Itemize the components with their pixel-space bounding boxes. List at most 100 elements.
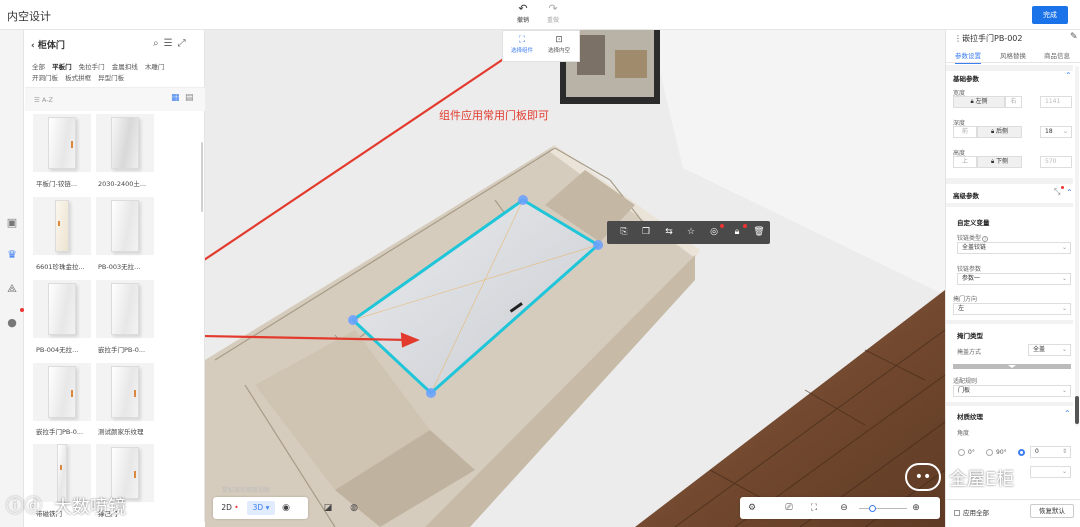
filter-flat-door[interactable]: 平板门 bbox=[52, 63, 72, 71]
door-item-thumb[interactable] bbox=[96, 280, 154, 338]
collapse-toggle[interactable] bbox=[953, 364, 1071, 369]
cabinet-icon[interactable]: ▣ bbox=[5, 216, 19, 230]
collapse-advanced-icon[interactable]: ⌃ bbox=[1066, 188, 1073, 197]
door-item-thumb[interactable] bbox=[96, 363, 154, 421]
list-view-icon[interactable]: ▤ bbox=[185, 94, 194, 103]
depth-back-label: 后侧 bbox=[996, 128, 1009, 135]
zoom-slider[interactable] bbox=[859, 508, 907, 509]
select-component-icon: ⛶ bbox=[518, 35, 526, 45]
view-2d-button[interactable]: 2D • bbox=[216, 501, 244, 515]
door-item-thumb[interactable] bbox=[33, 114, 91, 172]
property-scrollbar-thumb[interactable] bbox=[1075, 396, 1079, 424]
filter-row-1: 全部 平板门 免拉手门 金属扣线 木雕门 bbox=[32, 61, 169, 71]
settings-toggle-icon[interactable]: ⚙ bbox=[746, 502, 758, 514]
door-item-thumb[interactable] bbox=[96, 114, 154, 172]
apply-all-label: 应用全部 bbox=[963, 509, 989, 517]
search-icon[interactable]: ⌕ bbox=[153, 38, 164, 49]
advanced-params-title: 高级参数 bbox=[953, 192, 979, 200]
angle-label: 角度 bbox=[957, 430, 970, 437]
expand-icon[interactable]: ⤢ bbox=[178, 38, 191, 49]
delete-icon[interactable]: 🗑︎ bbox=[753, 226, 765, 238]
property-title: ⋮嵌拉手门PB-002 bbox=[954, 33, 1022, 44]
star-icon[interactable]: ☆ bbox=[685, 226, 697, 238]
undo-button[interactable]: ↶ 撤销 bbox=[512, 3, 534, 25]
panel-title: 柜体门 bbox=[37, 41, 65, 51]
3d-viewport[interactable]: ⛶ 选择组件 ⊡ 选择内空 组件应用常用门板即可 ⎘ ❐ ⇆ ☆ ◎ 🔒︎ 🗑︎… bbox=[205, 30, 945, 527]
hinge-type-select[interactable]: 全盖铰链 ⌄ bbox=[957, 242, 1071, 254]
custom-vars-title: 自定义变量 bbox=[957, 219, 990, 227]
help-icon[interactable]: ? bbox=[982, 235, 989, 242]
copy-icon[interactable]: ⎘ bbox=[618, 226, 630, 238]
redo-button[interactable]: ↷ 重做 bbox=[542, 3, 564, 25]
filter-all[interactable]: 全部 bbox=[32, 63, 45, 71]
lock-icon[interactable]: 🔒︎ bbox=[731, 226, 743, 238]
filter-frame-door[interactable]: 板式拼框 bbox=[65, 74, 91, 82]
sort-toggle[interactable]: ☰ A-Z bbox=[34, 96, 53, 104]
angle-input[interactable]: 0 ⇕ bbox=[1030, 446, 1071, 458]
camera-icon[interactable]: ⎚ bbox=[783, 502, 795, 514]
done-button[interactable]: 完成 bbox=[1032, 6, 1068, 24]
back-icon[interactable]: ‹ bbox=[31, 41, 38, 51]
visibility-icon[interactable]: ◉ bbox=[280, 502, 292, 514]
depth-back-option[interactable]: 🔒︎ 后侧 bbox=[977, 126, 1022, 138]
zoom-in-icon[interactable]: ⊕ bbox=[910, 502, 922, 514]
tab-style[interactable]: 风格替换 bbox=[1000, 50, 1026, 60]
angle-90-radio[interactable] bbox=[986, 449, 993, 456]
section-divider bbox=[946, 402, 1073, 406]
zoom-slider-knob[interactable] bbox=[869, 505, 876, 512]
fit-rule-select[interactable]: 门板 ⌄ bbox=[953, 385, 1071, 397]
view-3d-button[interactable]: 3D ▾ bbox=[247, 501, 275, 515]
angle-0-radio[interactable] bbox=[958, 449, 965, 456]
width-right-option[interactable]: 右 bbox=[1005, 96, 1022, 108]
collapse-texture-icon[interactable]: ⌃ bbox=[1064, 409, 1071, 418]
grid-view-icon[interactable]: ▦ bbox=[171, 94, 180, 103]
door-type-title: 掩门类型 bbox=[957, 332, 983, 340]
filter-handleless[interactable]: 免拉手门 bbox=[79, 63, 105, 71]
depth-front-option[interactable]: 前 bbox=[953, 126, 977, 138]
brand-watermark-left-text: 大数喷镜 bbox=[54, 497, 126, 518]
fit-view-icon[interactable]: ⛶ bbox=[808, 502, 820, 514]
section-divider bbox=[946, 178, 1073, 184]
mirror-icon[interactable]: ⇆ bbox=[663, 226, 675, 238]
door-item-thumb[interactable] bbox=[33, 363, 91, 421]
render-icon[interactable]: ◍ bbox=[348, 502, 360, 514]
view-3d-caret: ▾ bbox=[263, 503, 270, 512]
restore-default-button[interactable]: 恢复默认 bbox=[1030, 504, 1074, 518]
tools-icon[interactable]: ⤡ bbox=[1054, 187, 1060, 197]
width-left-option[interactable]: 🔒︎ 左侧 bbox=[953, 96, 1005, 108]
filter-hole-door[interactable]: 开洞门板 bbox=[32, 74, 58, 82]
height-down-option[interactable]: 🔒︎ 下侧 bbox=[977, 156, 1022, 168]
panel-scrollbar[interactable] bbox=[201, 142, 203, 212]
width-input[interactable]: 1141 bbox=[1040, 96, 1072, 108]
tab-product[interactable]: 商品信息 bbox=[1044, 50, 1070, 60]
select-inner-button[interactable]: ⊡ 选择内空 bbox=[543, 35, 575, 54]
box-icon[interactable]: ◪ bbox=[322, 502, 334, 514]
filter-shaped-door[interactable]: 异型门板 bbox=[98, 74, 124, 82]
filter-metal-trim[interactable]: 金属扣线 bbox=[112, 63, 138, 71]
open-direction-select[interactable]: 左 ⌄ bbox=[953, 303, 1071, 315]
duplicate-icon[interactable]: ❐ bbox=[640, 226, 652, 238]
filter-icon[interactable]: ☰ bbox=[164, 38, 178, 49]
angle-custom-radio[interactable] bbox=[1018, 449, 1025, 456]
zoom-out-icon[interactable]: ⊖ bbox=[838, 502, 850, 514]
height-input[interactable]: 570 bbox=[1040, 156, 1072, 168]
door-item-thumb[interactable] bbox=[33, 280, 91, 338]
door-item-thumb[interactable] bbox=[33, 197, 91, 255]
height-up-option[interactable]: 上 bbox=[953, 156, 977, 168]
floating-toolbar: ⎘ ❐ ⇆ ☆ ◎ 🔒︎ 🗑︎ bbox=[607, 221, 770, 244]
hide-icon[interactable]: ◎ bbox=[708, 226, 720, 238]
door-item-thumb[interactable] bbox=[96, 197, 154, 255]
depth-select[interactable]: 18 ⌄ bbox=[1040, 126, 1072, 138]
cover-mode-select[interactable]: 全盖 ⌄ bbox=[1028, 344, 1071, 356]
notification-dot bbox=[20, 308, 24, 312]
tab-params[interactable]: 参数设置 bbox=[955, 50, 981, 64]
select-component-button[interactable]: ⛶ 选择组件 bbox=[506, 35, 538, 54]
apply-all-checkbox[interactable]: 应用全部 bbox=[954, 507, 989, 517]
hinge-param-select[interactable]: 参数一 ⌄ bbox=[957, 273, 1071, 285]
crown-icon[interactable]: ♛ bbox=[5, 248, 19, 262]
user-icon[interactable]: ● bbox=[5, 316, 19, 330]
layers-icon[interactable]: ⟁ bbox=[5, 282, 19, 296]
filter-carved-door[interactable]: 木雕门 bbox=[145, 63, 165, 71]
edit-icon[interactable]: ✎ bbox=[1070, 32, 1078, 42]
collapse-basic-icon[interactable]: ⌃ bbox=[1065, 71, 1072, 80]
